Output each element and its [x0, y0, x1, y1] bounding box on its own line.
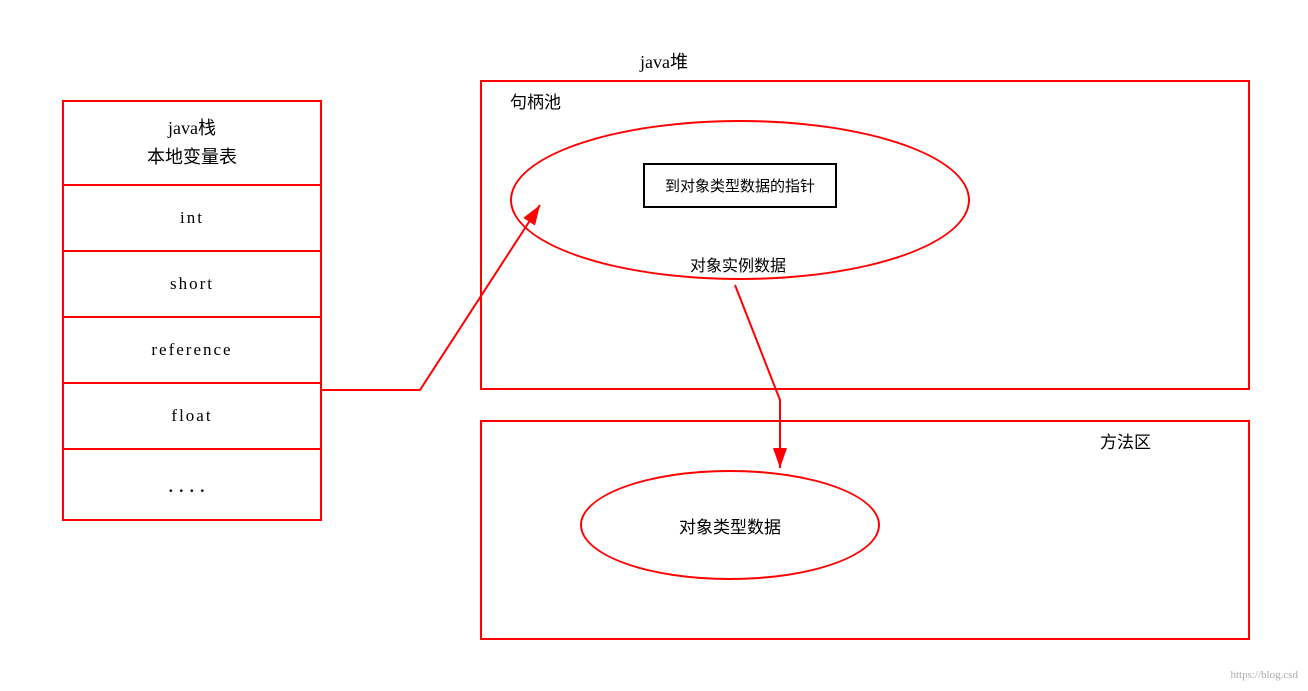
- stack-label-line2: 本地变量表: [147, 147, 237, 167]
- stack-cell-short: short: [64, 252, 320, 318]
- stack-cell-int: int: [64, 186, 320, 252]
- handle-box: 到对象类型数据的指针: [643, 163, 837, 208]
- stack-label-line1: java栈: [168, 118, 216, 138]
- java-heap-label: java堆: [640, 48, 688, 74]
- stack-cell-reference: reference: [64, 318, 320, 384]
- stack-header: java栈 本地变量表: [64, 102, 320, 186]
- stack-cell-dots: ．．．．: [64, 450, 320, 519]
- method-ellipse: 对象类型数据: [580, 470, 880, 580]
- object-type-label: 对象类型数据: [679, 513, 781, 538]
- handle-pool-label: 句柄池: [510, 88, 561, 113]
- method-area-label: 方法区: [1100, 428, 1151, 453]
- java-stack: java栈 本地变量表 int short reference float ．．…: [62, 100, 322, 521]
- diagram-container: java栈 本地变量表 int short reference float ．．…: [0, 0, 1308, 691]
- stack-cell-float: float: [64, 384, 320, 450]
- watermark: https://blog.csd: [1230, 669, 1298, 681]
- object-instance-label: 对象实例数据: [690, 252, 786, 276]
